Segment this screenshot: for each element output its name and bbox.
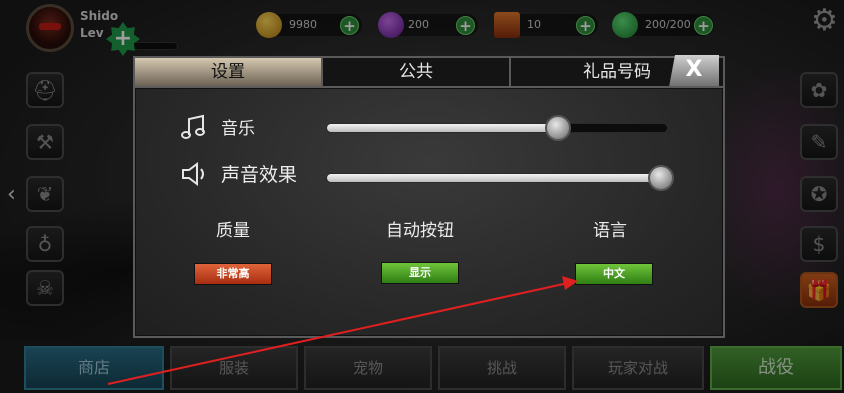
annotation-arrow (107, 276, 578, 385)
